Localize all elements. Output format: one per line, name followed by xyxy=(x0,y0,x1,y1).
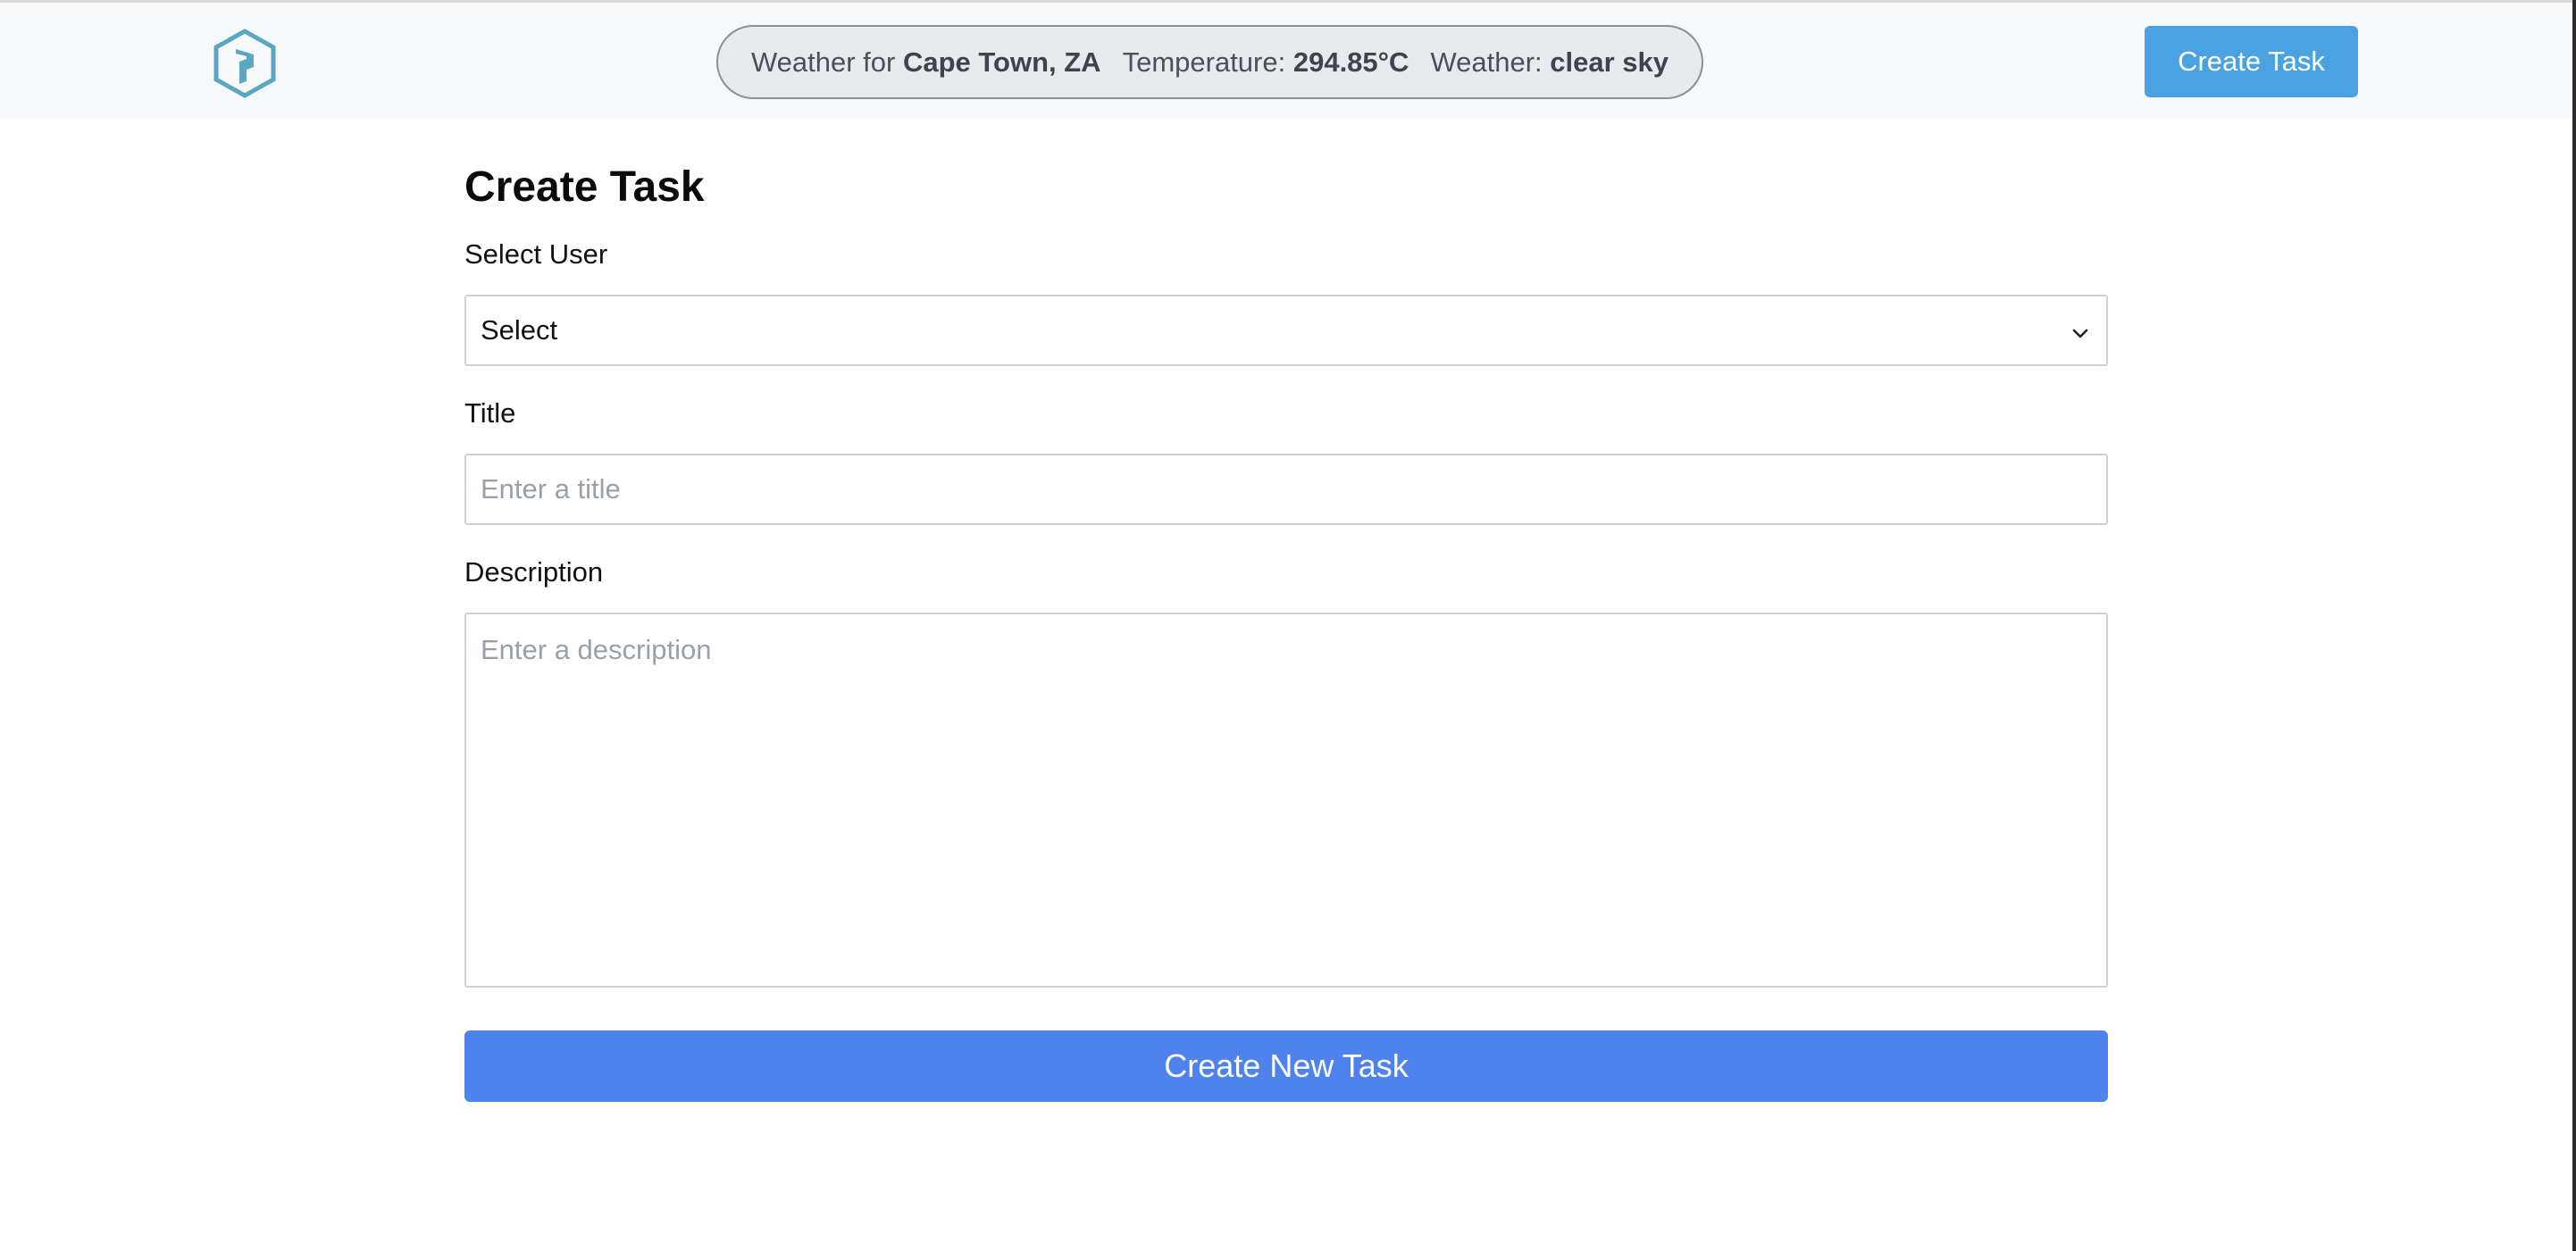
title-input[interactable] xyxy=(464,454,2108,525)
select-user-label: Select User xyxy=(464,238,608,270)
user-select-value: Select xyxy=(481,314,558,346)
hexagon-logo-icon[interactable] xyxy=(213,28,277,99)
condition-value: clear sky xyxy=(1550,46,1669,78)
top-navbar: Weather for Cape Town, ZA Temperature: 2… xyxy=(0,3,2572,120)
description-label: Description xyxy=(464,556,604,588)
weather-temperature-group: Temperature: 294.85°C xyxy=(1123,46,1409,79)
weather-location-group: Weather for Cape Town, ZA xyxy=(751,46,1101,79)
weather-location: Cape Town, ZA xyxy=(902,46,1101,78)
condition-label: Weather: xyxy=(1430,46,1543,78)
create-task-form: Create Task Select User Select Title Des… xyxy=(464,152,2108,1102)
page-title: Create Task xyxy=(464,163,705,211)
user-select[interactable]: Select xyxy=(464,295,2108,366)
window-right-border xyxy=(2572,0,2576,1251)
create-new-task-button[interactable]: Create New Task xyxy=(464,1030,2108,1102)
weather-condition-group: Weather: clear sky xyxy=(1430,46,1669,79)
description-textarea[interactable] xyxy=(464,613,2108,988)
temperature-label: Temperature: xyxy=(1122,46,1286,78)
weather-prefix: Weather for xyxy=(750,46,896,78)
chevron-down-icon xyxy=(2069,320,2092,343)
page: Weather for Cape Town, ZA Temperature: 2… xyxy=(0,0,2576,1251)
title-label: Title xyxy=(464,397,516,429)
temperature-value: 294.85°C xyxy=(1292,46,1409,78)
weather-banner: Weather for Cape Town, ZA Temperature: 2… xyxy=(716,25,1703,99)
create-task-nav-button[interactable]: Create Task xyxy=(2145,26,2358,97)
